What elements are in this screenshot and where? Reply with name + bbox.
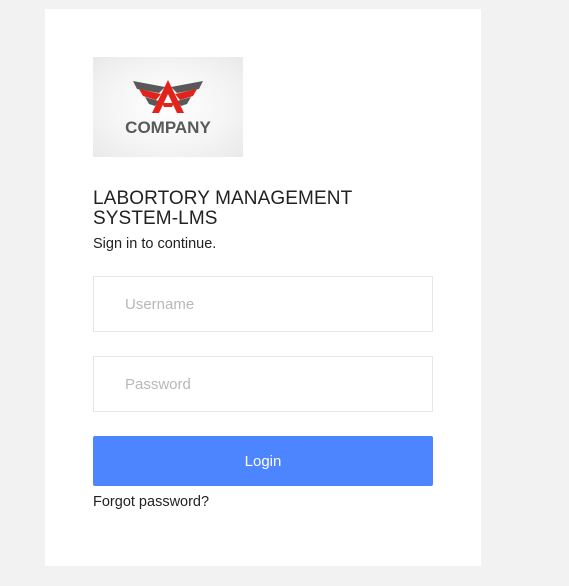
page-title: LABORTORY MANAGEMENT SYSTEM-LMS	[93, 188, 352, 229]
username-input[interactable]	[93, 276, 433, 332]
winged-a-logo-icon: COMPANY	[125, 80, 211, 137]
page-subtitle: Sign in to continue.	[93, 236, 217, 252]
password-input[interactable]	[93, 356, 433, 412]
company-logo: COMPANY	[93, 57, 243, 157]
forgot-password-link[interactable]: Forgot password?	[93, 494, 209, 510]
logo-wordmark: COMPANY	[125, 118, 211, 137]
login-card: COMPANY LABORTORY MANAGEMENT SYSTEM-LMS …	[45, 9, 481, 566]
login-button[interactable]: Login	[93, 436, 433, 486]
